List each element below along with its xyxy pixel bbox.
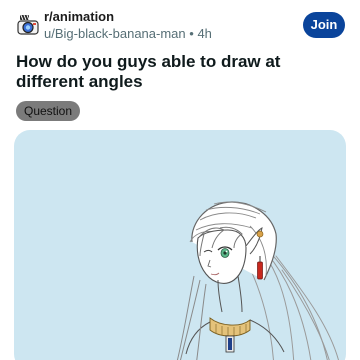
post-title[interactable]: How do you guys able to draw at differen… xyxy=(16,52,346,92)
post-header: r/animation u/Big-black-banana-man • 4h … xyxy=(0,0,360,48)
flair-badge[interactable]: Question xyxy=(16,101,81,121)
post-image[interactable] xyxy=(14,130,346,360)
character-drawing xyxy=(176,201,339,360)
subreddit-name[interactable]: r/animation xyxy=(44,9,114,24)
post-card: r/animation u/Big-black-banana-man • 4h … xyxy=(0,0,360,360)
post-age: 4h xyxy=(197,26,212,41)
post-meta: u/Big-black-banana-man • 4h xyxy=(44,26,212,41)
subreddit-avatar-icon[interactable] xyxy=(16,14,40,38)
author-link[interactable]: u/Big-black-banana-man xyxy=(44,26,186,41)
join-button[interactable]: Join xyxy=(303,12,345,38)
meta-separator: • xyxy=(189,26,194,41)
